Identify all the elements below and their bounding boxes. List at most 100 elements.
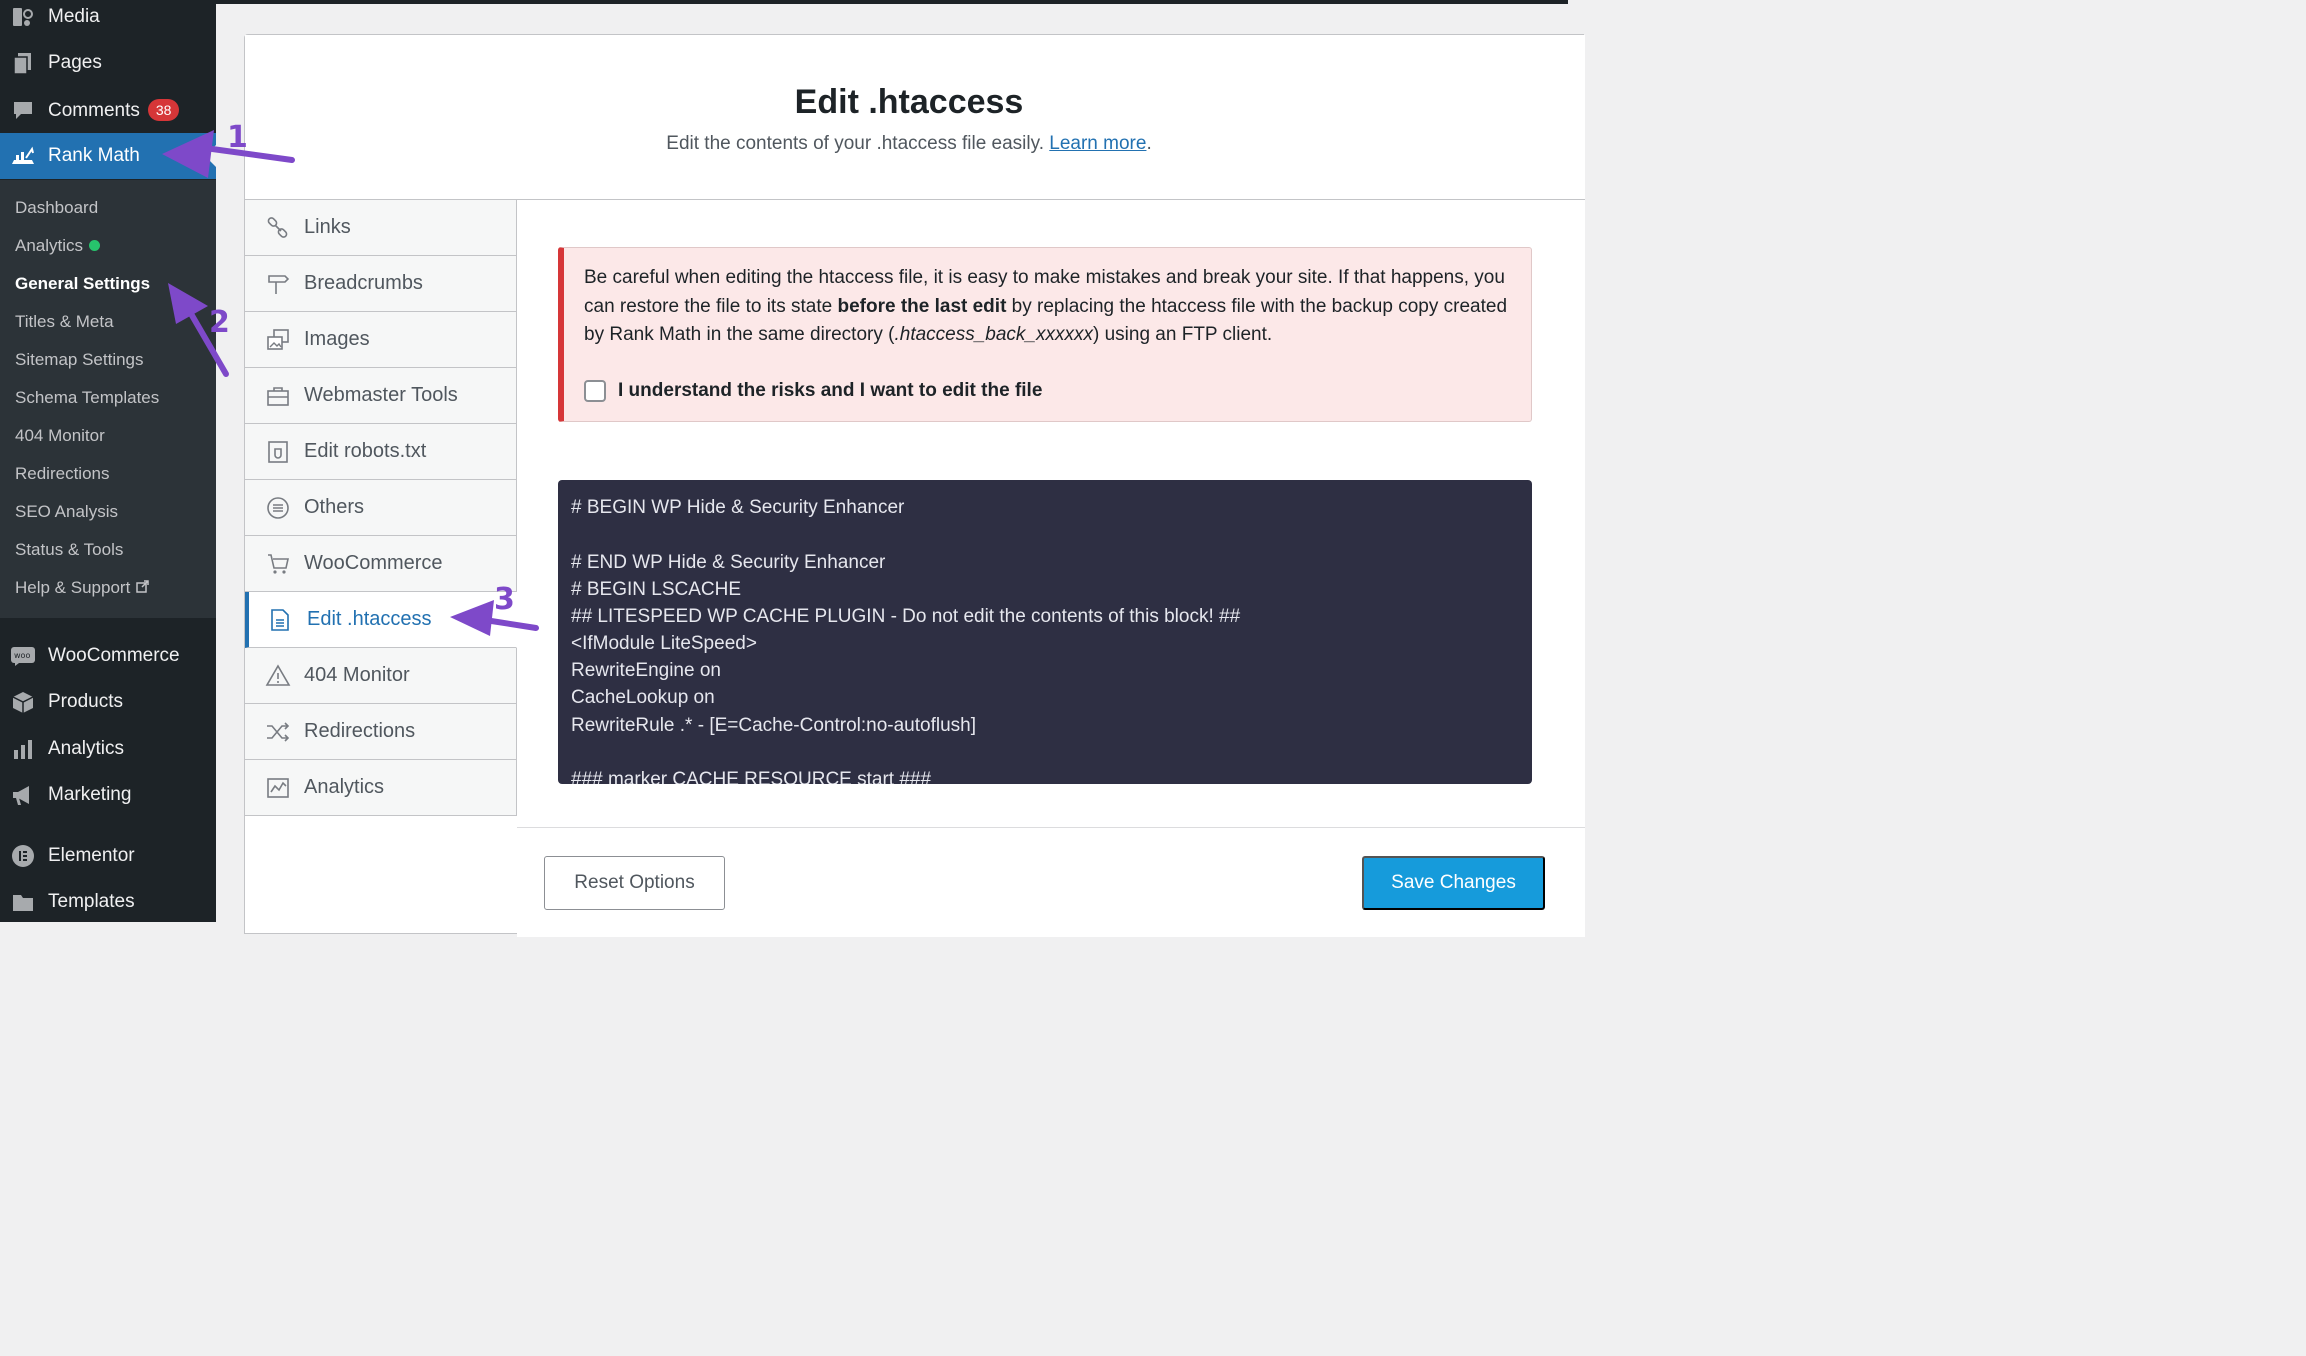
menu-item-marketing[interactable]: Marketing bbox=[0, 772, 216, 818]
admin-sidebar: Media Pages Comments 38 Rank Math Dashboa… bbox=[0, 0, 216, 922]
pages-icon bbox=[10, 50, 36, 76]
submenu-404-monitor[interactable]: 404 Monitor bbox=[15, 426, 105, 446]
tab-label: Others bbox=[304, 496, 365, 518]
submenu-seo-analysis[interactable]: SEO Analysis bbox=[15, 502, 118, 522]
menu-label: Comments bbox=[48, 99, 140, 121]
save-changes-button[interactable]: Save Changes bbox=[1362, 856, 1545, 910]
settings-panel: Edit .htaccess Edit the contents of your… bbox=[244, 34, 1585, 937]
learn-more-link[interactable]: Learn more bbox=[1049, 133, 1146, 154]
chart-icon bbox=[265, 775, 291, 801]
htaccess-editor[interactable]: # BEGIN WP Hide & Security Enhancer # EN… bbox=[558, 480, 1532, 784]
tab-redirections[interactable]: Redirections bbox=[245, 704, 517, 760]
risk-acknowledge-row[interactable]: I understand the risks and I want to edi… bbox=[584, 380, 1042, 402]
description-period: . bbox=[1146, 133, 1152, 154]
menu-item-templates[interactable]: Templates bbox=[0, 879, 216, 925]
submenu-titles-meta[interactable]: Titles & Meta bbox=[15, 312, 114, 332]
risk-acknowledge-checkbox[interactable] bbox=[584, 380, 606, 402]
tab-edit-htaccess[interactable]: Edit .htaccess bbox=[245, 592, 517, 648]
comments-count-badge: 38 bbox=[147, 98, 180, 121]
tab-edit-robots[interactable]: Edit robots.txt bbox=[245, 424, 517, 480]
elementor-icon bbox=[10, 843, 36, 869]
page-description: Edit the contents of your .htaccess file… bbox=[245, 133, 1573, 155]
tab-label: Links bbox=[304, 216, 351, 238]
menu-item-rank-math[interactable]: Rank Math bbox=[0, 133, 216, 179]
tab-images[interactable]: Images bbox=[245, 312, 517, 368]
rank-math-submenu: Dashboard Analytics General Settings Tit… bbox=[0, 180, 216, 618]
tab-label: Analytics bbox=[304, 776, 385, 798]
submenu-general-settings[interactable]: General Settings bbox=[15, 274, 150, 294]
page-header: Edit .htaccess Edit the contents of your… bbox=[245, 35, 1585, 200]
submenu-status-tools[interactable]: Status & Tools bbox=[15, 540, 123, 560]
tab-links[interactable]: Links bbox=[245, 200, 517, 256]
notice-bold-text: before the last edit bbox=[837, 295, 1007, 317]
submenu-dashboard[interactable]: Dashboard bbox=[15, 198, 98, 218]
products-icon bbox=[10, 689, 36, 715]
menu-item-woocommerce[interactable]: woo WooCommerce bbox=[0, 633, 216, 679]
tab-analytics[interactable]: Analytics bbox=[245, 760, 517, 816]
tab-label: WooCommerce bbox=[304, 552, 443, 574]
menu-label: Media bbox=[48, 6, 100, 27]
menu-label: Products bbox=[48, 691, 123, 712]
page-title: Edit .htaccess bbox=[794, 83, 1024, 121]
images-icon bbox=[265, 327, 291, 353]
menu-label: Marketing bbox=[48, 784, 132, 805]
woocommerce-icon: woo bbox=[10, 643, 36, 669]
code-line: RewriteRule .* - [E=Cache-Control:no-aut… bbox=[571, 715, 976, 736]
folder-icon bbox=[10, 889, 36, 915]
shuffle-icon bbox=[265, 719, 291, 745]
code-line: CacheLookup on bbox=[571, 687, 715, 708]
reset-options-button[interactable]: Reset Options bbox=[544, 856, 725, 910]
code-line: # BEGIN WP Hide & Security Enhancer bbox=[571, 497, 905, 518]
media-icon bbox=[10, 4, 36, 30]
svg-text:woo: woo bbox=[14, 651, 30, 660]
admin-top-strip bbox=[216, 0, 1568, 4]
warning-notice: Be careful when editing the htaccess fil… bbox=[558, 247, 1532, 422]
submenu-redirections[interactable]: Redirections bbox=[15, 464, 110, 484]
menu-label: Elementor bbox=[48, 845, 135, 866]
external-link-icon bbox=[136, 580, 150, 596]
tab-woocommerce[interactable]: WooCommerce bbox=[245, 536, 517, 592]
backup-filename: .htaccess_back_xxxxxx bbox=[894, 324, 1093, 345]
menu-item-products[interactable]: Products bbox=[0, 679, 216, 725]
menu-item-media[interactable]: Media bbox=[0, 0, 216, 40]
menu-item-analytics[interactable]: Analytics bbox=[0, 726, 216, 772]
tab-others[interactable]: Others bbox=[245, 480, 517, 536]
comments-icon bbox=[10, 97, 36, 123]
megaphone-icon bbox=[10, 782, 36, 808]
notice-text: Be careful when editing the htaccess fil… bbox=[584, 264, 1514, 350]
menu-label: Analytics bbox=[48, 738, 125, 759]
tab-label: Images bbox=[304, 328, 370, 350]
code-line: RewriteEngine on bbox=[571, 660, 721, 681]
tab-label: Edit robots.txt bbox=[304, 440, 427, 462]
code-line: <IfModule LiteSpeed> bbox=[571, 633, 757, 654]
submenu-schema-templates[interactable]: Schema Templates bbox=[15, 388, 159, 408]
code-line: # END WP Hide & Security Enhancer bbox=[571, 552, 886, 573]
tab-label: Redirections bbox=[304, 720, 416, 742]
menu-item-pages[interactable]: Pages bbox=[0, 40, 216, 86]
description-text: Edit the contents of your .htaccess file… bbox=[666, 133, 1044, 154]
menu-label: Pages bbox=[48, 52, 102, 73]
link-icon bbox=[265, 215, 291, 241]
menu-item-elementor[interactable]: Elementor bbox=[0, 833, 216, 879]
tab-404-monitor[interactable]: 404 Monitor bbox=[245, 648, 517, 704]
tab-breadcrumbs[interactable]: Breadcrumbs bbox=[245, 256, 517, 312]
file-icon bbox=[267, 607, 293, 633]
tab-label: Webmaster Tools bbox=[304, 384, 458, 406]
submenu-analytics[interactable]: Analytics bbox=[15, 236, 101, 256]
risk-acknowledge-label[interactable]: I understand the risks and I want to edi… bbox=[618, 380, 1042, 402]
status-dot-icon bbox=[89, 240, 101, 251]
menu-item-comments[interactable]: Comments 38 bbox=[0, 87, 216, 133]
tab-label: Edit .htaccess bbox=[307, 608, 432, 630]
notice-text-part: ) using an FTP client. bbox=[1093, 324, 1273, 345]
submenu-sitemap-settings[interactable]: Sitemap Settings bbox=[15, 350, 144, 370]
tab-content: Be careful when editing the htaccess fil… bbox=[517, 200, 1585, 935]
cart-icon bbox=[265, 551, 291, 577]
submenu-label: Analytics bbox=[15, 236, 84, 255]
tab-webmaster-tools[interactable]: Webmaster Tools bbox=[245, 368, 517, 424]
submenu-help-support[interactable]: Help & Support bbox=[15, 578, 150, 598]
settings-footer: Reset Options Save Changes bbox=[517, 827, 1585, 937]
analytics-icon bbox=[10, 736, 36, 762]
code-line: # BEGIN LSCACHE bbox=[571, 579, 741, 600]
menu-label: WooCommerce bbox=[48, 645, 180, 666]
menu-label: Templates bbox=[48, 891, 135, 912]
